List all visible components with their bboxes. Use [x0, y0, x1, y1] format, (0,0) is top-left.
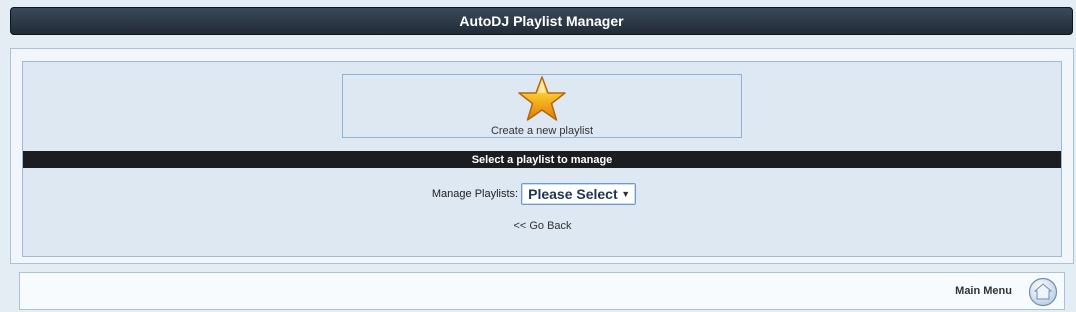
create-playlist-label: Create a new playlist	[490, 125, 594, 137]
footer-panel: Main Menu	[19, 272, 1065, 310]
dropdown-arrow-icon: ▼	[621, 189, 631, 199]
playlist-select[interactable]: Please Select ▼	[521, 183, 637, 205]
star-icon	[518, 76, 566, 121]
home-icon[interactable]	[1028, 277, 1058, 307]
create-playlist-button[interactable]: Create a new playlist	[342, 74, 742, 138]
main-menu-link[interactable]: Main Menu	[955, 285, 1012, 297]
manage-playlists-row: Manage Playlists: Please Select ▼	[0, 182, 1076, 206]
manage-playlists-label: Manage Playlists:	[431, 188, 519, 200]
section-header: Select a playlist to manage	[23, 151, 1061, 168]
go-back-link[interactable]: << Go Back	[0, 220, 1076, 232]
page-title-bar: AutoDJ Playlist Manager	[10, 7, 1073, 35]
page-title: AutoDJ Playlist Manager	[459, 13, 624, 29]
section-title: Select a playlist to manage	[471, 153, 613, 166]
playlist-select-value: Please Select	[528, 186, 618, 202]
